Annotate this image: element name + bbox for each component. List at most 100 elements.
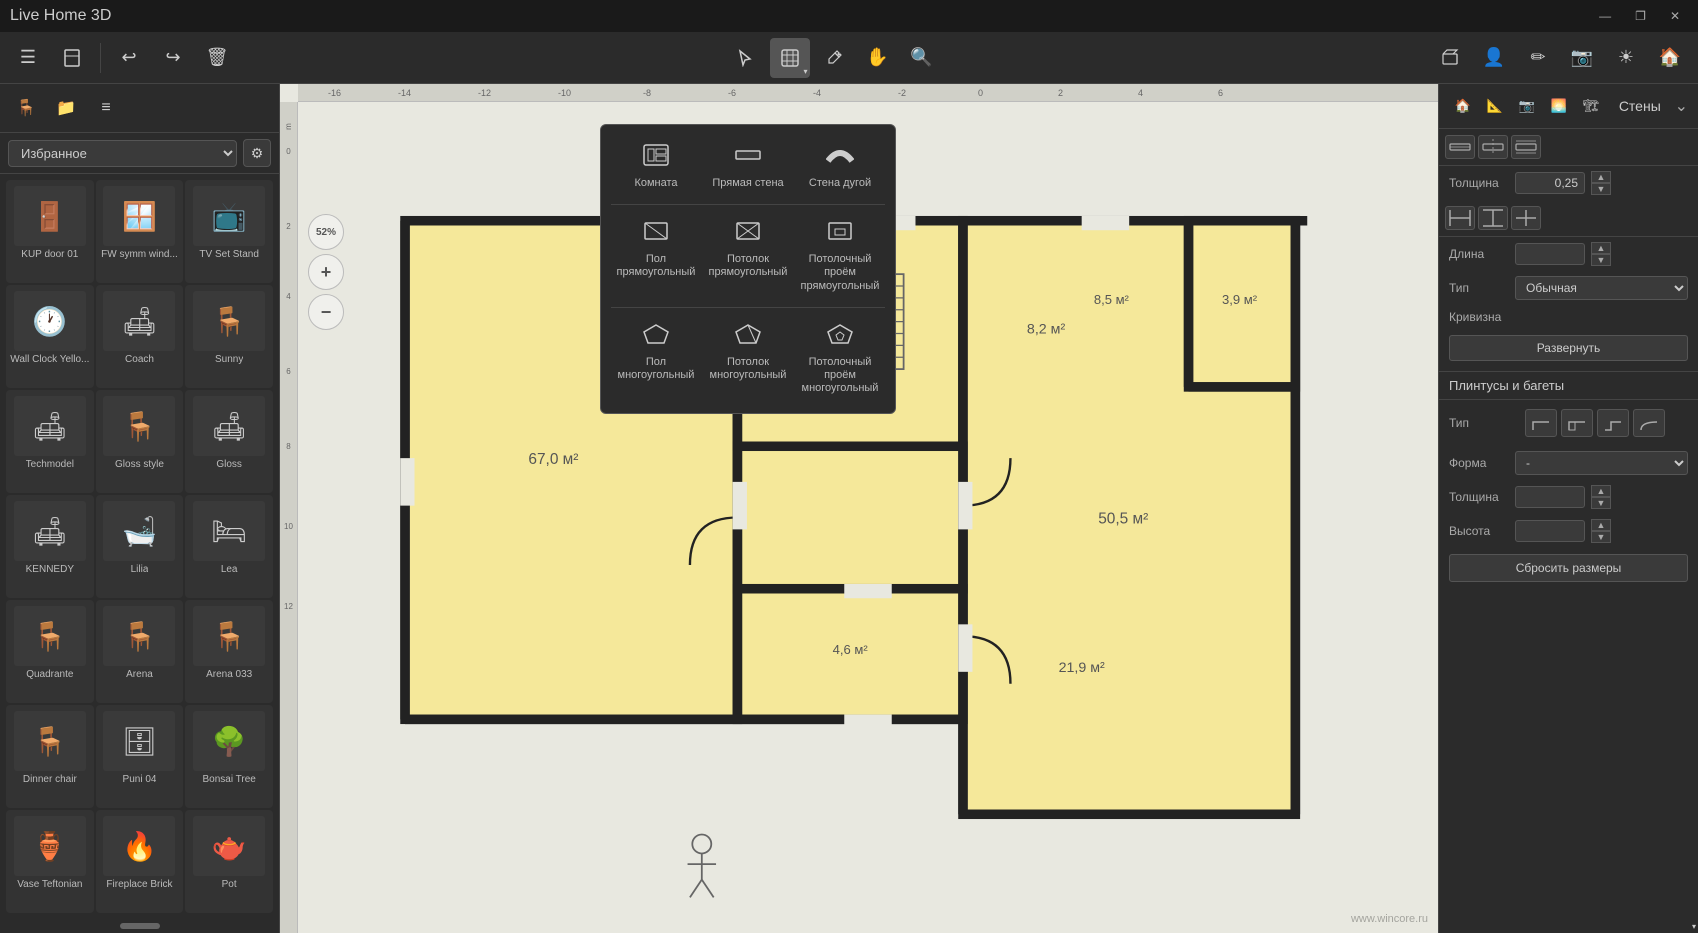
close-btn[interactable]: ✕: [1662, 7, 1688, 25]
popup-arc-wall[interactable]: Стена дугой: [795, 135, 885, 198]
plinth-thickness-down[interactable]: ▼: [1591, 497, 1611, 509]
sidebar-tabs: 🪑 📁 ≡: [0, 84, 279, 133]
wall-icon-4[interactable]: [1445, 206, 1475, 230]
select-tool-btn[interactable]: [726, 38, 766, 78]
right-tab-3[interactable]: 📷: [1513, 92, 1541, 120]
gear-btn[interactable]: ⚙: [243, 139, 271, 167]
draw-tool-btn[interactable]: ▾: [770, 38, 810, 78]
right-tab-2[interactable]: 📐: [1481, 92, 1509, 120]
length-down[interactable]: ▼: [1591, 254, 1611, 266]
item-gloss-style[interactable]: 🪑Gloss style: [96, 390, 184, 493]
popup-straight-wall[interactable]: Прямая стена: [703, 135, 793, 198]
search-btn[interactable]: 🔍: [902, 38, 942, 78]
render-btn[interactable]: ☀: [1606, 38, 1646, 78]
bookmarks-btn[interactable]: [52, 38, 92, 78]
type-select[interactable]: Обычная Несущая Стеклянная: [1515, 276, 1688, 300]
undo-btn[interactable]: ↩: [109, 38, 149, 78]
poly-opening-icon: [826, 322, 854, 352]
item-pot[interactable]: 🫖Pot: [185, 810, 273, 913]
thickness-down[interactable]: ▼: [1591, 183, 1611, 195]
right-tab-4[interactable]: 🌅: [1545, 92, 1573, 120]
thickness-up[interactable]: ▲: [1591, 171, 1611, 183]
item-gloss[interactable]: 🛋Gloss: [185, 390, 273, 493]
wall-icon-5[interactable]: [1478, 206, 1508, 230]
right-tab-1[interactable]: 🏠: [1449, 92, 1477, 120]
camera-btn[interactable]: 📷: [1562, 38, 1602, 78]
item-coach[interactable]: 🛋Coach: [96, 285, 184, 388]
wall-icon-2[interactable]: [1478, 135, 1508, 159]
wall-icon-1[interactable]: [1445, 135, 1475, 159]
popup-rect-opening[interactable]: Потолочный проём прямоугольный: [795, 211, 885, 301]
panel-expand-icon[interactable]: ⌄: [1675, 96, 1688, 116]
popup-poly-floor[interactable]: Пол многоугольный: [611, 314, 701, 404]
person-btn[interactable]: 👤: [1474, 38, 1514, 78]
item-vase-teftonian[interactable]: 🏺Vase Teftonian: [6, 810, 94, 913]
delete-btn[interactable]: 🗑: [197, 38, 237, 78]
item-arena[interactable]: 🪑Arena: [96, 600, 184, 703]
popup-poly-opening[interactable]: Потолочный проём многоугольный: [795, 314, 885, 404]
sidebar-tab-list[interactable]: ≡: [88, 90, 124, 126]
paint-btn[interactable]: ✏: [1518, 38, 1558, 78]
popup-room[interactable]: Комната: [611, 135, 701, 198]
expand-btn[interactable]: Развернуть: [1449, 335, 1688, 361]
item-quadrante[interactable]: 🪑Quadrante: [6, 600, 94, 703]
item-bonsai-tree[interactable]: 🌳Bonsai Tree: [185, 705, 273, 808]
category-dropdown[interactable]: ИзбранноеВсе объектыНедавние: [8, 140, 237, 167]
item-arena-033[interactable]: 🪑Arena 033: [185, 600, 273, 703]
plinth-icon-1[interactable]: [1525, 409, 1557, 437]
right-tab-5[interactable]: 🏗: [1577, 92, 1605, 120]
length-up[interactable]: ▲: [1591, 242, 1611, 254]
canvas-area[interactable]: -16 -14 -12 -10 -8 -6 -4 -2 0 2 4 6 m 0 …: [280, 84, 1438, 933]
plinth-form-row: Форма -: [1439, 446, 1698, 480]
home-btn[interactable]: 🏠: [1650, 38, 1690, 78]
popup-rect-floor-label: Пол прямоугольный: [615, 253, 697, 279]
length-input[interactable]: [1515, 243, 1585, 265]
thickness-input[interactable]: [1515, 172, 1585, 194]
wall-icon-3[interactable]: [1511, 135, 1541, 159]
item-dinner-chair[interactable]: 🪑Dinner chair: [6, 705, 94, 808]
popup-poly-ceil[interactable]: Потолок многоугольный: [703, 314, 793, 404]
redo-btn[interactable]: ↪: [153, 38, 193, 78]
popup-rect-floor[interactable]: Пол прямоугольный: [611, 211, 701, 301]
sidebar-scrollbar[interactable]: [0, 919, 279, 933]
length-row: Длина ▲ ▼: [1439, 237, 1698, 271]
pan-btn[interactable]: ✋: [858, 38, 898, 78]
item-fireplace-brick[interactable]: 🔥Fireplace Brick: [96, 810, 184, 913]
item-lea[interactable]: 🛏Lea: [185, 495, 273, 598]
item-wall-clock-yello...[interactable]: 🕐Wall Clock Yello...: [6, 285, 94, 388]
zoom-out-btn[interactable]: −: [308, 294, 344, 330]
plinth-height-input[interactable]: [1515, 520, 1585, 542]
plinth-height-down[interactable]: ▼: [1591, 531, 1611, 543]
plinth-height-up[interactable]: ▲: [1591, 519, 1611, 531]
item-sunny[interactable]: 🪑Sunny: [185, 285, 273, 388]
ruler-tick-n6: -6: [728, 88, 736, 98]
item-kennedy[interactable]: 🛋KENNEDY: [6, 495, 94, 598]
menu-btn[interactable]: ☰: [8, 38, 48, 78]
maximize-btn[interactable]: ❐: [1627, 7, 1654, 25]
ruler-tick-n10: -10: [558, 88, 571, 98]
sidebar-tab-files[interactable]: 📁: [48, 90, 84, 126]
plinth-icon-2[interactable]: [1561, 409, 1593, 437]
plinth-form-select[interactable]: -: [1515, 451, 1688, 475]
item-lilia[interactable]: 🛁Lilia: [96, 495, 184, 598]
ruler-tick-n8: -8: [643, 88, 651, 98]
plinth-icon-3[interactable]: [1597, 409, 1629, 437]
tools-btn[interactable]: ▾: [814, 38, 854, 78]
item-tv-set-stand[interactable]: 📺TV Set Stand: [185, 180, 273, 283]
plinth-thickness-input[interactable]: [1515, 486, 1585, 508]
item-techmodel[interactable]: 🛋Techmodel: [6, 390, 94, 493]
popup-rect-ceil[interactable]: Потолок прямоугольный: [703, 211, 793, 301]
app-title: Live Home 3D: [10, 7, 111, 25]
sidebar-tab-objects[interactable]: 🪑: [8, 90, 44, 126]
zoom-in-btn[interactable]: +: [308, 254, 344, 290]
reset-btn[interactable]: Сбросить размеры: [1449, 554, 1688, 582]
wall-icon-6[interactable]: [1511, 206, 1541, 230]
plinth-icon-4[interactable]: [1633, 409, 1665, 437]
minimize-btn[interactable]: —: [1591, 7, 1619, 25]
3d-view-btn[interactable]: [1430, 38, 1470, 78]
svg-text:8,5 м²: 8,5 м²: [1094, 292, 1130, 307]
item-kup-door-01[interactable]: 🚪KUP door 01: [6, 180, 94, 283]
plinth-thickness-up[interactable]: ▲: [1591, 485, 1611, 497]
item-puni-04[interactable]: 🗄Puni 04: [96, 705, 184, 808]
item-fw-symm-wind...[interactable]: 🪟FW symm wind...: [96, 180, 184, 283]
